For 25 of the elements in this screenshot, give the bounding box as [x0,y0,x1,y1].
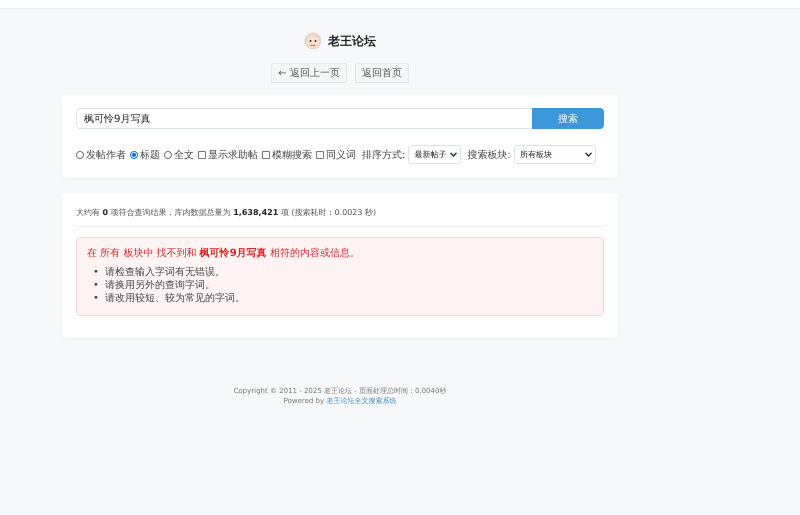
nav-button[interactable]: 返回首页 [354,63,409,83]
dropdown[interactable]: 最新帖子 [408,145,462,164]
notice-title: 在 所有 板块中 找不到和 枫可怜9月写真 相符的内容或信息。 [87,246,361,260]
tip-item: 请换用另外的查询字词。 [104,279,215,292]
tip-item: 请改用较短、较为常见的字词。 [104,292,245,305]
radio-option[interactable]: 标题 [130,148,160,162]
radio-option[interactable]: 发帖作者 [76,148,126,162]
checkbox-option[interactable]: 显示求助帖 [198,148,258,162]
checkbox-option[interactable]: 同义词 [316,148,356,162]
results-summary: 大约有 0 项符合查询结果，库内数据总量为 1,638,421 项 (搜索耗时：0.0023 秒) [76,207,604,227]
nav-button[interactable]: ← 返回上一页 [271,63,347,83]
cartoon-face-icon [304,32,322,50]
bullet-mark: • [93,266,99,279]
bullet-mark: • [93,279,99,292]
bullet-mark: • [93,292,99,305]
chevron-down-icon [584,152,592,157]
chevron-down-icon [450,152,458,157]
select-label: 搜索板块: [467,148,511,162]
checkbox-option[interactable]: 模糊搜索 [262,148,312,162]
tip-item: 请检查输入字词有无错误。 [104,266,225,279]
site-title: 老王论坛 [328,32,376,50]
search-field[interactable]: 枫可怜9月写真 [76,108,532,129]
radio-option[interactable]: 全文 [164,148,194,162]
select-label: 排序方式: [362,148,406,162]
dropdown[interactable]: 所有板块 [514,145,596,164]
